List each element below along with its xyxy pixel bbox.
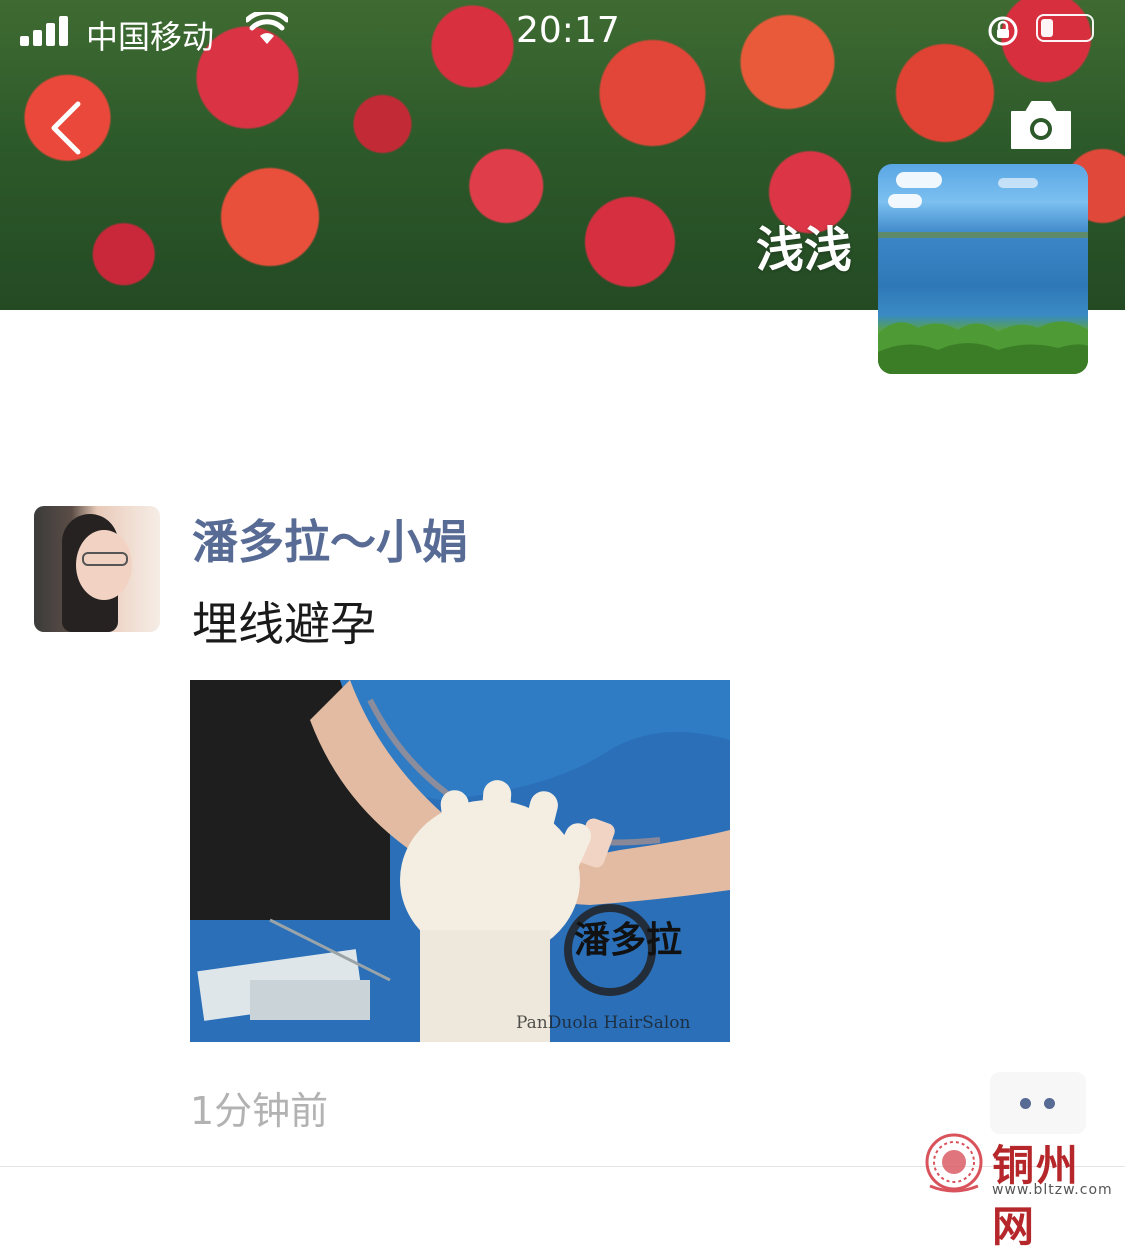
camera-icon[interactable] [1008,98,1074,152]
carrier-label: 中国移动 [86,18,215,56]
image-logo-text: 潘多拉 [574,919,682,961]
site-url: www.bltzw.com [992,1182,1113,1198]
chevron-left-icon[interactable] [44,100,88,156]
owner-name: 浅浅 [755,222,852,278]
site-logo-icon [925,1133,983,1193]
status-bar: 中国移动 20:17 [0,0,1125,62]
post-text: 埋线避孕 [192,597,376,651]
post-author-avatar[interactable] [34,506,160,632]
image-watermark-text: PanDuola HairSalon [516,1013,691,1033]
site-watermark: 铜州网 www.bltzw.com [922,1132,1122,1251]
orientation-lock-icon [988,16,1018,46]
battery-icon [1036,14,1094,42]
signal-icon [20,16,72,46]
more-dots-icon[interactable] [990,1072,1086,1134]
owner-avatar[interactable] [878,164,1088,374]
post-image[interactable]: 潘多拉 PanDuola HairSalon [190,680,730,1042]
post-timestamp: 1分钟前 [190,1089,329,1133]
status-time: 20:17 [516,10,620,51]
post-author-name[interactable]: 潘多拉～小娟 [192,506,468,572]
wifi-icon [246,12,288,44]
